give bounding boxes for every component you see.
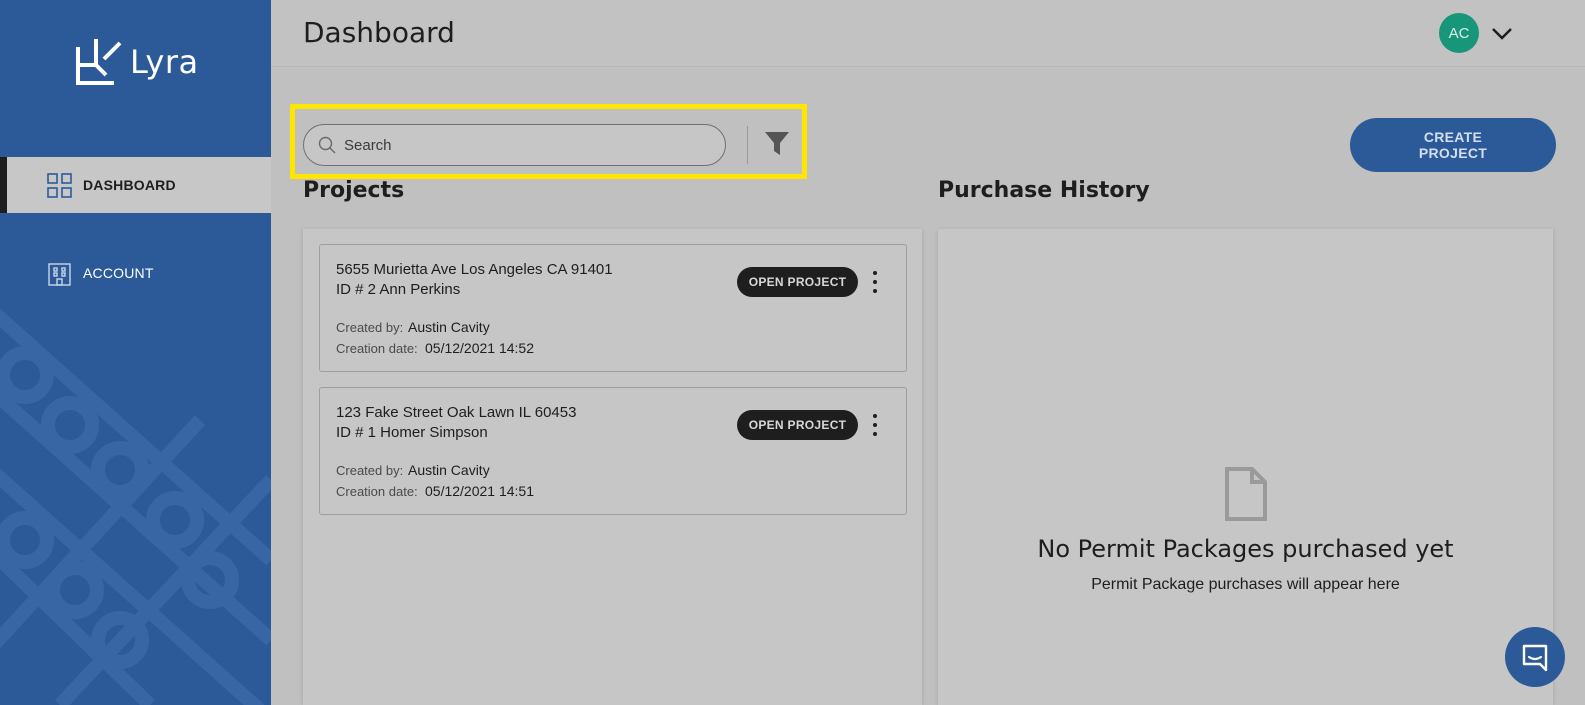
sidebar: Lyra DASHBOARD ACCOUNT	[0, 0, 271, 705]
sidebar-item-dashboard[interactable]: DASHBOARD	[0, 157, 271, 213]
lyra-logo: Lyra	[74, 37, 199, 87]
app-name: Lyra	[130, 43, 199, 81]
open-project-button[interactable]: OPEN PROJECT	[737, 410, 858, 440]
projects-title: Projects	[303, 178, 405, 203]
chat-support-button[interactable]	[1505, 627, 1565, 687]
sidebar-item-label: ACCOUNT	[83, 265, 154, 281]
project-card: 5655 Murietta Ave Los Angeles CA 91401 I…	[319, 244, 907, 372]
creation-date-value: 05/12/2021 14:51	[425, 483, 534, 499]
building-icon	[47, 261, 72, 286]
lyra-logo-icon	[76, 39, 122, 85]
created-by-value: Austin Cavity	[408, 319, 490, 335]
project-address: 5655 Murietta Ave Los Angeles CA 91401	[336, 261, 613, 278]
more-options-icon[interactable]	[868, 269, 882, 295]
created-by-label: Created by:	[336, 463, 404, 478]
empty-state-title: No Permit Packages purchased yet	[1037, 535, 1454, 563]
filter-icon[interactable]	[764, 130, 790, 158]
user-avatar[interactable]: AC	[1439, 13, 1479, 53]
search-icon	[318, 136, 336, 154]
created-by-value: Austin Cavity	[408, 462, 490, 478]
more-options-icon[interactable]	[868, 412, 882, 438]
creation-date-label: Creation date:	[336, 484, 418, 499]
sidebar-background-pattern	[0, 308, 271, 705]
project-id: ID # 1 Homer Simpson	[336, 424, 488, 441]
chat-icon	[1522, 644, 1548, 672]
purchase-history-title: Purchase History	[938, 178, 1150, 203]
project-id: ID # 2 Ann Perkins	[336, 281, 461, 298]
create-project-button[interactable]: CREATE PROJECT	[1350, 118, 1556, 172]
document-icon	[1225, 467, 1267, 521]
open-project-button[interactable]: OPEN PROJECT	[737, 267, 858, 297]
project-address: 123 Fake Street Oak Lawn IL 60453	[336, 404, 577, 421]
search-divider	[747, 126, 748, 164]
chevron-down-icon[interactable]	[1489, 20, 1515, 46]
sidebar-item-account[interactable]: ACCOUNT	[0, 245, 271, 301]
creation-date-label: Creation date:	[336, 341, 418, 356]
search-field[interactable]	[303, 124, 726, 166]
search-input[interactable]	[344, 136, 704, 154]
grid-icon	[47, 172, 72, 198]
creation-date-value: 05/12/2021 14:52	[425, 340, 534, 356]
page-title: Dashboard	[303, 16, 455, 49]
project-card: 123 Fake Street Oak Lawn IL 60453 ID # 1…	[319, 387, 907, 515]
top-header: Dashboard AC	[271, 0, 1585, 67]
sidebar-item-label: DASHBOARD	[83, 177, 176, 193]
empty-state-subtitle: Permit Package purchases will appear her…	[1091, 576, 1400, 593]
created-by-label: Created by:	[336, 320, 404, 335]
